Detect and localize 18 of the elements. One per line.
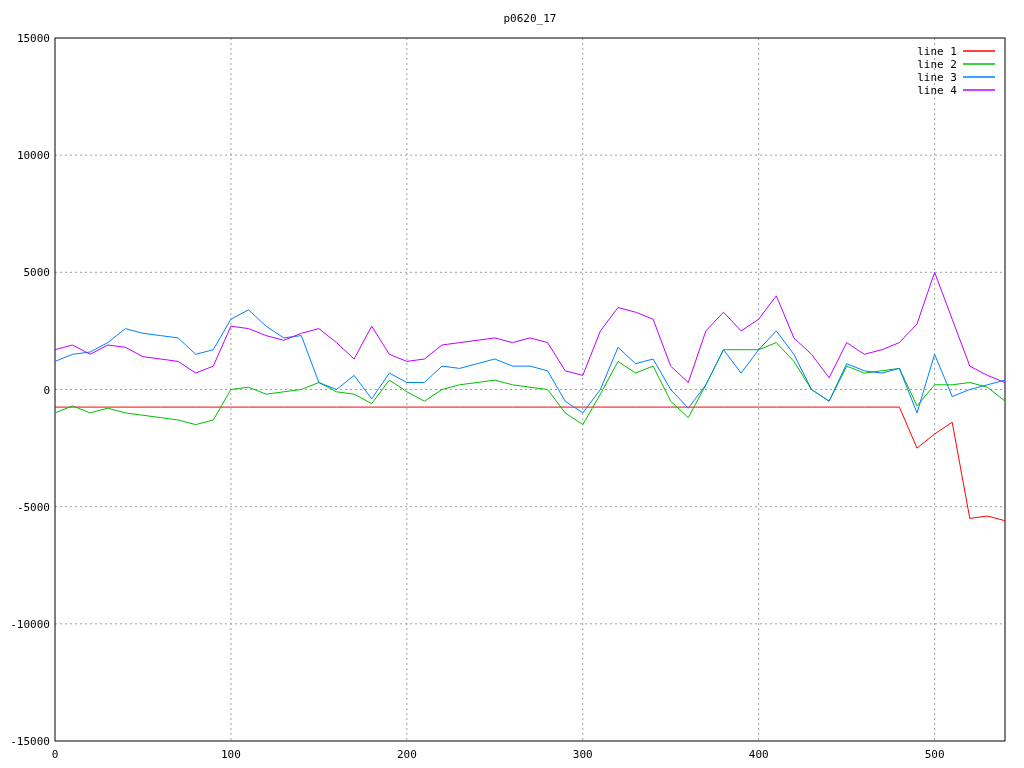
x-tick-label: 0 bbox=[51, 748, 59, 761]
chart-title: p0620_17 bbox=[503, 12, 557, 25]
y-tick-label: 0 bbox=[43, 383, 50, 397]
legend-label: line 1 bbox=[917, 45, 957, 58]
x-tick-label: 500 bbox=[924, 748, 945, 761]
y-tick-label: 10000 bbox=[16, 149, 50, 163]
legend-label: line 4 bbox=[917, 84, 957, 97]
x-tick-label: 400 bbox=[748, 748, 769, 761]
y-tick-label: -5000 bbox=[16, 500, 50, 514]
x-tick-label: 100 bbox=[221, 748, 241, 761]
y-tick-label: 15000 bbox=[16, 32, 50, 45]
x-tick-label: 200 bbox=[396, 748, 417, 761]
legend-label: line 2 bbox=[917, 58, 957, 71]
x-tick-label: 300 bbox=[572, 748, 593, 761]
y-tick-label: 5000 bbox=[23, 266, 50, 280]
legend-label: line 3 bbox=[917, 71, 957, 84]
y-tick-label: -10000 bbox=[10, 617, 50, 631]
y-tick-label: -15000 bbox=[10, 735, 50, 748]
